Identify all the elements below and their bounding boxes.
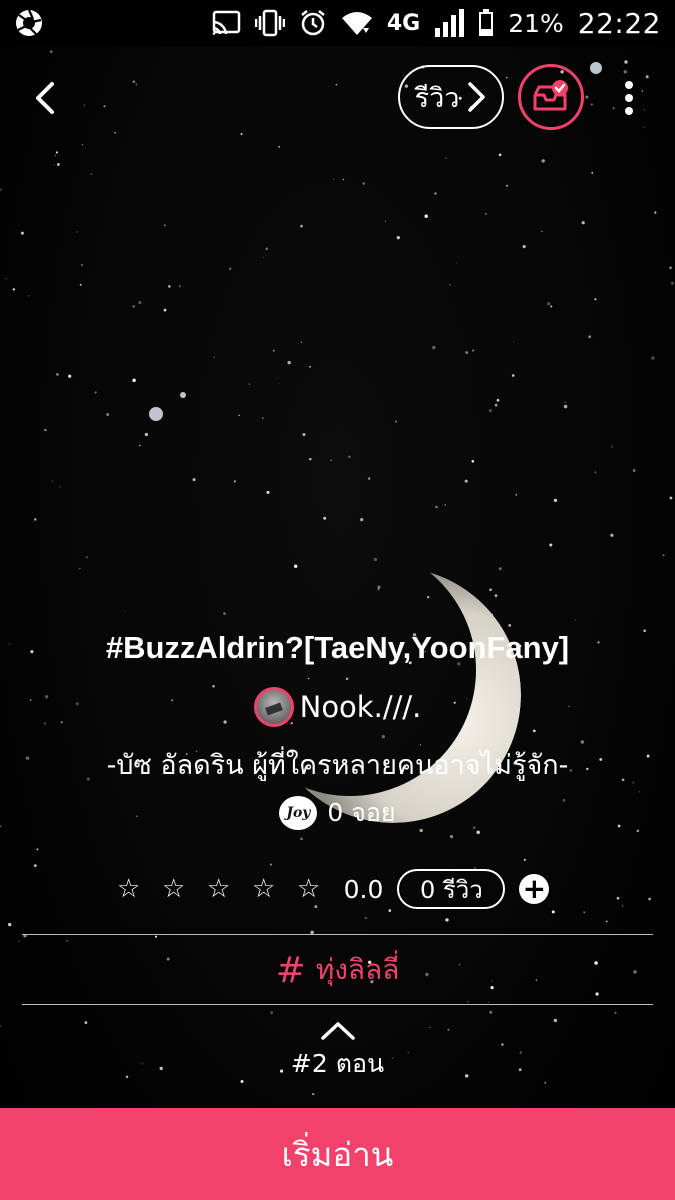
star-icon[interactable]: ☆ <box>296 874 322 904</box>
alarm-icon <box>299 9 327 37</box>
add-review-button[interactable]: + <box>519 874 550 904</box>
chapter-toggle[interactable]: #2 ตอน <box>0 1018 675 1084</box>
back-chevron-icon <box>36 82 54 114</box>
story-title: #BuzzAldrin?[TaeNy,YoonFany] <box>105 630 570 665</box>
tag-link[interactable]: # ทุ่งลิลลี่ <box>0 936 675 1004</box>
clock: 22:22 <box>577 6 661 40</box>
wifi-icon <box>341 10 373 36</box>
review-button-label: รีวิว <box>414 82 460 114</box>
divider-top <box>22 934 653 935</box>
rating-row: ☆ ☆ ☆ ☆ ☆ 0.0 0 รีวิว + <box>0 866 675 912</box>
story-description: -บัซ อัลดริน ผู้ที่ใครหลายคนอาจไม่รู้จัก… <box>106 750 569 781</box>
signal-icon <box>434 8 465 38</box>
battery-percent: 21% <box>508 8 564 38</box>
chapter-count: #2 ตอน <box>290 1049 385 1078</box>
star-icon[interactable]: ☆ <box>251 874 277 904</box>
star-icon[interactable]: ☆ <box>161 874 187 904</box>
more-vertical-icon <box>625 81 633 115</box>
joy-count: 0 จอย <box>327 798 396 827</box>
start-reading-button[interactable]: เริ่มอ่าน <box>0 1108 675 1200</box>
tag-label: ทุ่งลิลลี่ <box>315 953 400 986</box>
chevron-right-icon <box>468 82 486 112</box>
vibrate-icon <box>254 9 285 37</box>
author-link[interactable]: Nook.///. <box>0 682 675 732</box>
story-info: #BuzzAldrin?[TaeNy,YoonFany] Nook.///. -… <box>0 618 675 836</box>
divider-bottom <box>22 1004 653 1005</box>
add-to-shelf-button[interactable] <box>518 64 584 130</box>
review-count-button[interactable]: 0 รีวิว <box>397 869 506 909</box>
aperture-icon <box>14 8 44 38</box>
top-bar: รีวิว <box>0 60 675 136</box>
battery-icon <box>478 9 494 37</box>
joy-count-row: Joy 0 จอย <box>0 790 675 836</box>
more-options-button[interactable] <box>615 76 643 120</box>
back-button[interactable] <box>26 76 66 120</box>
hashtag-icon: # <box>275 949 306 991</box>
author-name: Nook.///. <box>299 690 422 724</box>
rating-score: 0.0 <box>343 874 384 904</box>
status-bar: 4G 21% 22:22 <box>0 0 675 46</box>
chevron-up-icon <box>320 1022 355 1040</box>
review-button[interactable]: รีวิว <box>398 65 504 129</box>
cast-icon <box>211 10 241 36</box>
star-icon[interactable]: ☆ <box>116 874 142 904</box>
bookshelf-check-icon <box>533 80 568 111</box>
joy-icon: Joy <box>279 796 318 830</box>
star-icon[interactable]: ☆ <box>206 874 232 904</box>
rating-stars[interactable]: ☆ ☆ ☆ ☆ ☆ <box>116 874 322 904</box>
author-avatar <box>253 687 294 727</box>
network-type: 4G <box>386 10 421 36</box>
